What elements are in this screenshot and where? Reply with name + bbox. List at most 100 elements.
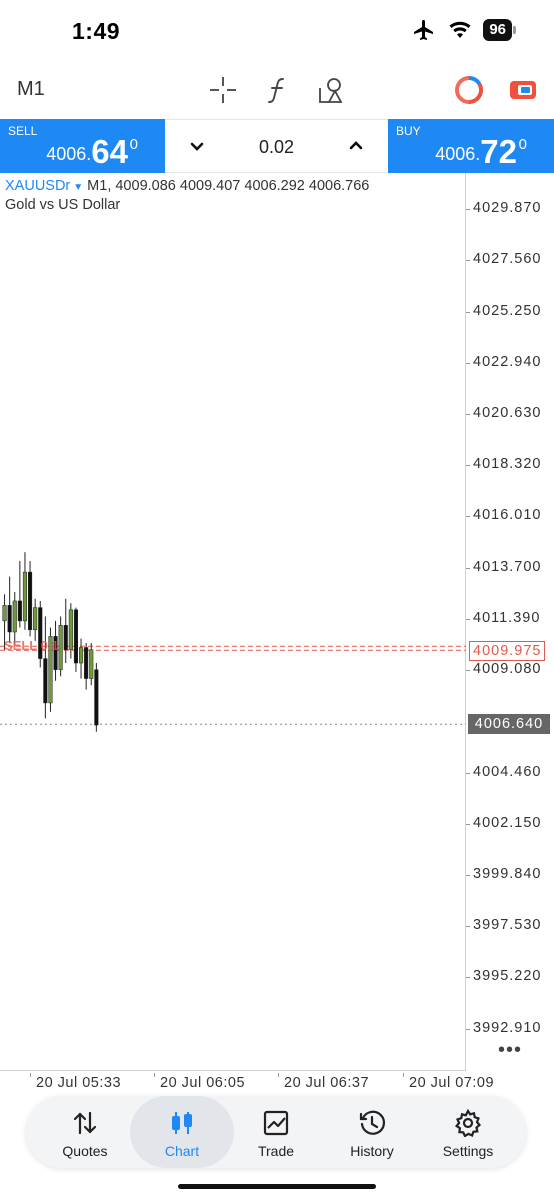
signals-icon[interactable] bbox=[454, 75, 484, 105]
sell-price-sup: 0 bbox=[129, 136, 138, 153]
settings-icon bbox=[454, 1109, 482, 1137]
candle-body bbox=[68, 609, 73, 650]
objects-icon[interactable] bbox=[317, 75, 347, 105]
airplane-icon bbox=[414, 20, 434, 40]
nav-trade[interactable]: Trade bbox=[226, 1096, 326, 1168]
candle-body bbox=[7, 605, 12, 633]
wifi-icon bbox=[449, 21, 471, 38]
price-axis-label: 3995.220 bbox=[473, 968, 542, 985]
candle bbox=[7, 576, 12, 644]
nav-label: History bbox=[350, 1143, 394, 1159]
more-options-icon[interactable]: ••• bbox=[498, 1039, 522, 1062]
nav-label: Quotes bbox=[62, 1143, 108, 1159]
bid-price-tag: 4006.640 bbox=[468, 714, 550, 735]
price-axis-tick bbox=[466, 209, 470, 211]
candle-body bbox=[89, 649, 94, 679]
sell-label: SELL bbox=[8, 124, 38, 138]
candle-body bbox=[2, 605, 7, 622]
candle bbox=[58, 616, 63, 677]
symbol-name[interactable]: XAUUSDr bbox=[5, 178, 70, 194]
nav-label: Settings bbox=[442, 1143, 494, 1159]
buy-price-main: 4006. bbox=[435, 144, 481, 164]
candle-body bbox=[22, 571, 27, 622]
price-axis-tick bbox=[466, 414, 470, 416]
price-axis-label: 4016.010 bbox=[473, 507, 542, 524]
sell-price: 4006. 64 0 bbox=[46, 133, 138, 170]
price-axis-tick bbox=[466, 618, 470, 620]
buy-label: BUY bbox=[396, 124, 421, 138]
quotes-icon bbox=[73, 1111, 97, 1135]
price-axis-tick bbox=[466, 874, 470, 876]
status-bar: 1:49 96 bbox=[0, 0, 554, 62]
battery-indicator: 96 bbox=[483, 19, 512, 41]
candle bbox=[89, 643, 94, 686]
price-axis-label: 4029.870 bbox=[473, 200, 542, 217]
price-axis-tick bbox=[466, 977, 470, 979]
candle-body bbox=[79, 647, 84, 664]
candle-body bbox=[73, 609, 79, 664]
time-axis-label: 20 Jul 07:09 bbox=[409, 1075, 495, 1091]
trade-panel: SELL 4006. 64 0 0.02 BUY 4006. 72 0 bbox=[0, 119, 554, 173]
candle bbox=[17, 561, 22, 628]
candle-body bbox=[12, 600, 17, 633]
nav-label: Chart bbox=[164, 1143, 200, 1159]
symbol-dropdown-icon[interactable]: ▼ bbox=[73, 182, 83, 193]
time-axis-label: 20 Jul 05:33 bbox=[36, 1075, 122, 1091]
sell-price-big: 64 bbox=[91, 133, 128, 170]
price-axis-tick bbox=[466, 311, 470, 313]
price-axis-label: 4009.080 bbox=[473, 661, 542, 678]
nav-history[interactable]: History bbox=[322, 1096, 422, 1168]
candle-body bbox=[94, 669, 99, 726]
candlestick-plot[interactable] bbox=[0, 173, 466, 1071]
price-axis-label: 3997.530 bbox=[473, 917, 542, 934]
battery-cap bbox=[513, 26, 516, 34]
candle-body bbox=[84, 647, 89, 679]
price-axis-tick bbox=[466, 567, 470, 569]
candle-body bbox=[28, 571, 33, 631]
one-click-trading-icon[interactable] bbox=[508, 75, 538, 105]
price-axis-tick bbox=[466, 260, 470, 262]
timeframe-selector[interactable]: M1 bbox=[17, 78, 45, 101]
price-axis-tick bbox=[466, 926, 470, 928]
price-axis-label: 4020.630 bbox=[473, 405, 542, 422]
ohlc-values: M1, 4009.086 4009.407 4006.292 4006.766 bbox=[87, 178, 370, 194]
candle bbox=[43, 616, 48, 719]
indicators-icon[interactable] bbox=[263, 75, 293, 105]
price-axis-tick bbox=[466, 362, 470, 364]
chart-icon bbox=[172, 1112, 192, 1134]
sell-button[interactable]: SELL 4006. 64 0 bbox=[0, 119, 165, 173]
crosshair-icon[interactable] bbox=[208, 75, 238, 105]
candle bbox=[22, 552, 27, 630]
nav-settings[interactable]: Settings bbox=[418, 1096, 518, 1168]
price-axis-tick bbox=[466, 772, 470, 774]
time-axis-tick bbox=[154, 1073, 155, 1077]
symbol-description: Gold vs US Dollar bbox=[5, 197, 121, 213]
time-axis-tick bbox=[403, 1073, 404, 1077]
buy-price-sup: 0 bbox=[518, 136, 527, 153]
candle bbox=[63, 598, 68, 664]
price-axis-label: 4011.390 bbox=[473, 609, 541, 626]
nav-chart[interactable]: Chart bbox=[130, 1096, 234, 1168]
sell-price-main: 4006. bbox=[46, 144, 92, 164]
nav-label: Trade bbox=[257, 1143, 295, 1159]
buy-button[interactable]: BUY 4006. 72 0 bbox=[388, 119, 554, 173]
symbol-info[interactable]: XAUUSDr ▼ M1, 4009.086 4009.407 4006.292 4… bbox=[5, 178, 369, 194]
candle-body bbox=[63, 625, 68, 650]
candle-body bbox=[33, 607, 38, 631]
trade-icon bbox=[263, 1110, 289, 1136]
history-icon bbox=[359, 1110, 386, 1135]
candle bbox=[33, 598, 38, 641]
nav-quotes[interactable]: Quotes bbox=[35, 1096, 135, 1168]
order-line-label[interactable]: SELL 0.1 bbox=[4, 638, 59, 653]
bottom-navigation: Quotes Chart Trade History Settings bbox=[26, 1096, 526, 1168]
volume-increase-chevron-icon[interactable] bbox=[344, 134, 368, 158]
price-axis-label: 4018.320 bbox=[473, 456, 542, 473]
time-axis-label: 20 Jul 06:37 bbox=[284, 1075, 370, 1091]
price-axis-tick bbox=[466, 465, 470, 467]
chart-area[interactable]: XAUUSDr ▼ M1, 4009.086 4009.407 4006.292 4… bbox=[0, 173, 554, 1073]
candle bbox=[73, 607, 79, 672]
price-axis-label: 4022.940 bbox=[473, 353, 542, 370]
time-axis-tick bbox=[278, 1073, 279, 1077]
candle-body bbox=[43, 658, 48, 704]
price-axis-tick bbox=[466, 823, 470, 825]
